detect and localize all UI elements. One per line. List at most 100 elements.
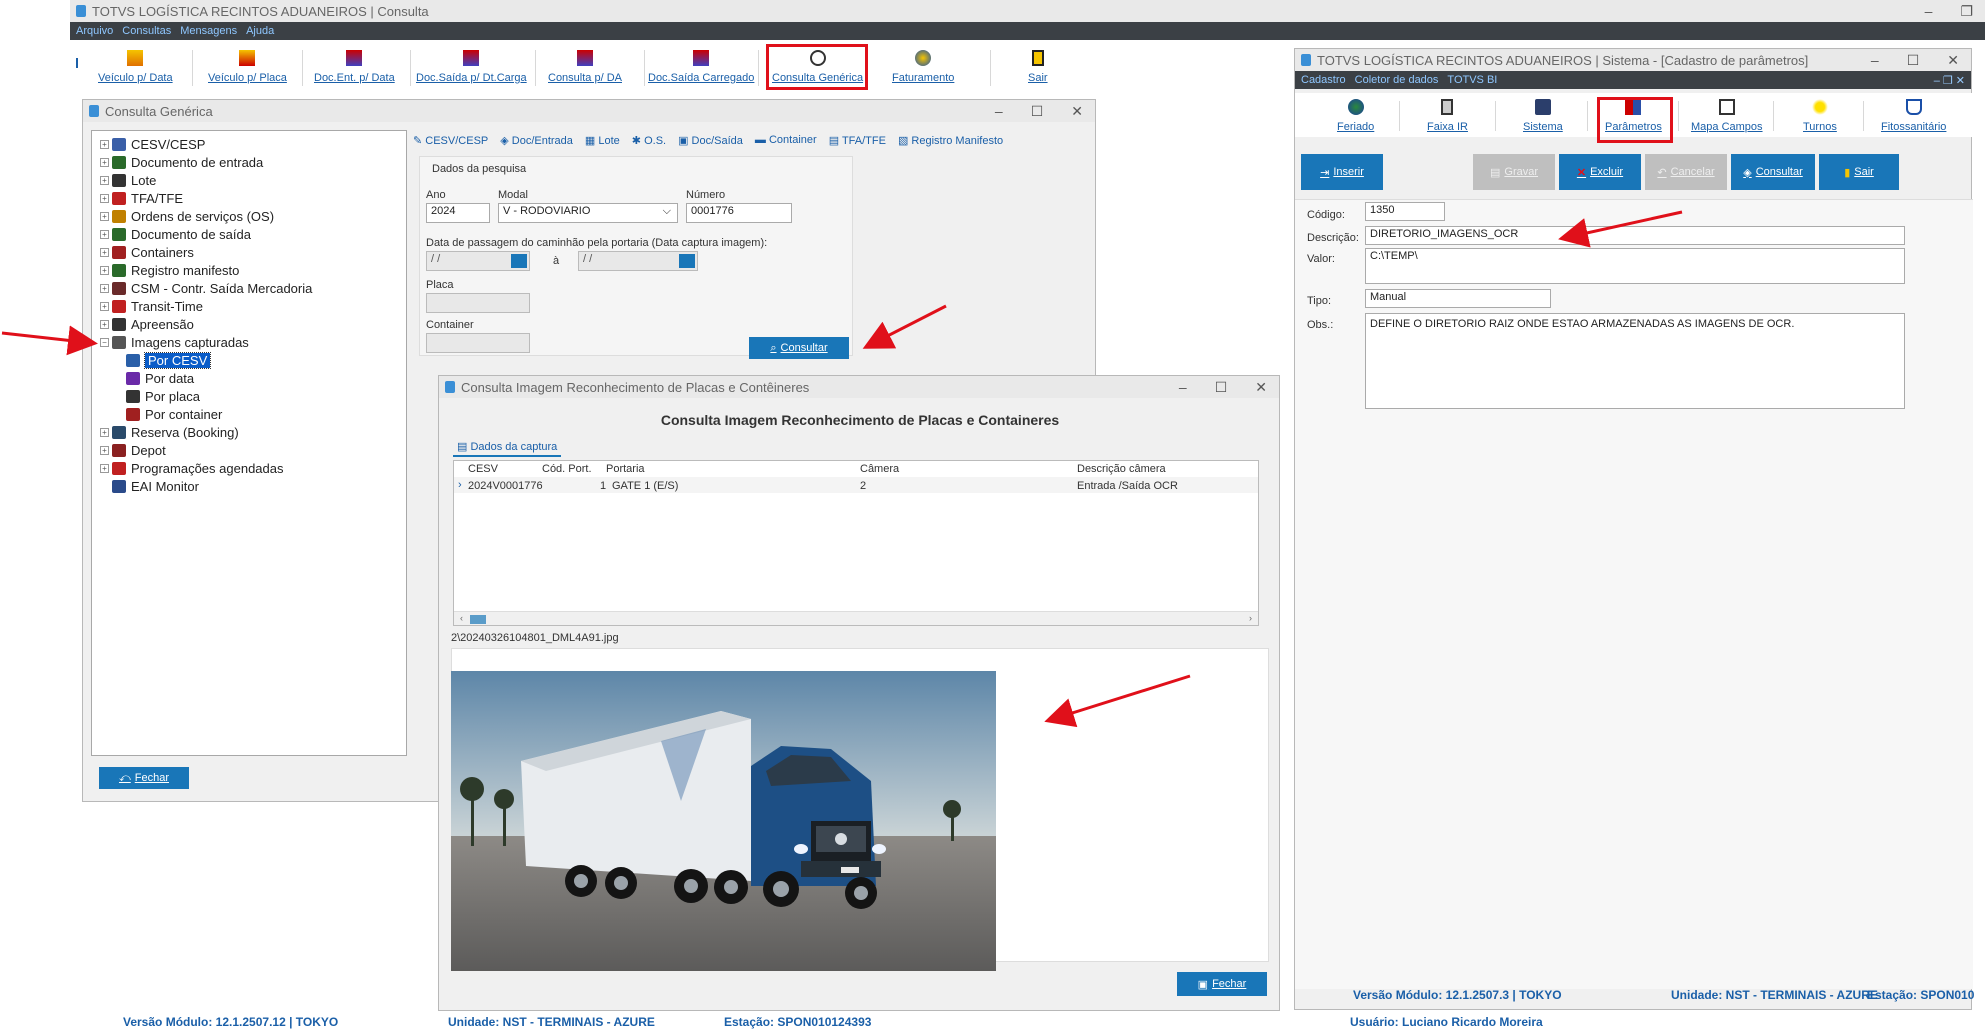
ocr-fechar-button[interactable]: ▣ Fechar	[1177, 972, 1267, 996]
calendar-icon[interactable]	[679, 254, 695, 268]
tree-expand-icon[interactable]: +	[100, 302, 109, 311]
tree-item[interactable]: + CESV/CESP	[100, 137, 205, 152]
tree-item[interactable]: − Imagens capturadas	[100, 335, 249, 350]
tb-veiculo-data[interactable]: Veículo p/ Data	[98, 50, 173, 84]
tree-subitem[interactable]: Por CESV	[126, 352, 212, 369]
tree-expand-icon[interactable]: +	[100, 284, 109, 293]
valor-field[interactable]: C:\TEMP\	[1365, 248, 1905, 284]
calendar-icon[interactable]	[511, 254, 527, 268]
tree-item[interactable]: + Programações agendadas	[100, 461, 284, 476]
tree-item[interactable]: + Containers	[100, 245, 194, 260]
tree-item[interactable]: + Transit-Time	[100, 299, 203, 314]
tree-item[interactable]: + Reserva (Booking)	[100, 425, 239, 440]
tree-item[interactable]: + Ordens de serviços (OS)	[100, 209, 274, 224]
codigo-field[interactable]: 1350	[1365, 202, 1445, 221]
tree-item[interactable]: +EAI Monitor	[100, 479, 199, 494]
placa-field[interactable]	[426, 293, 530, 313]
tree-expand-icon[interactable]: +	[100, 248, 109, 257]
fechar-button[interactable]: ⤺ Fechar	[99, 767, 189, 789]
tree-subitem[interactable]: Por placa	[126, 389, 200, 404]
tree-collapse-icon[interactable]: −	[100, 338, 109, 347]
sair-params-button[interactable]: ▮ Sair	[1819, 154, 1899, 190]
tree-expand-icon[interactable]: +	[100, 320, 109, 329]
minimize-icon[interactable]: –	[995, 103, 1003, 120]
tab-cesv[interactable]: ✎ CESV/CESP	[413, 134, 488, 147]
menu-consultas[interactable]: Consultas	[122, 25, 171, 37]
minimize-icon[interactable]: –	[1925, 3, 1933, 20]
maximize-icon[interactable]: ☐	[1215, 379, 1228, 396]
modal-select[interactable]: V - RODOVIARIO ⌵	[498, 203, 678, 223]
inserir-button[interactable]: ⇥ Inserir	[1301, 154, 1383, 190]
tree-expand-icon[interactable]: +	[100, 176, 109, 185]
tb-sistema[interactable]: Sistema	[1523, 99, 1563, 133]
tb-doc-ent-data[interactable]: Doc.Ent. p/ Data	[314, 50, 395, 84]
container-field[interactable]	[426, 333, 530, 353]
tree-item[interactable]: + Lote	[100, 173, 156, 188]
mdi-controls[interactable]: – ❐ ✕	[1934, 74, 1971, 87]
tree-expand-icon[interactable]: +	[100, 140, 109, 149]
tab-lote[interactable]: ▦ Lote	[585, 134, 620, 147]
menu-mensagens[interactable]: Mensagens	[180, 25, 237, 37]
minimize-icon[interactable]: –	[1871, 52, 1879, 69]
date-to-field[interactable]: / /	[578, 251, 698, 271]
restore-icon[interactable]: ❐	[1960, 3, 1973, 20]
consultar-params-button[interactable]: ◈ Consultar	[1731, 154, 1815, 190]
tree-expand-icon[interactable]: +	[100, 446, 109, 455]
cancelar-button[interactable]: ↶ Cancelar	[1645, 154, 1727, 190]
tb-feriado[interactable]: Feriado	[1337, 99, 1374, 133]
h-scrollbar[interactable]: ‹ ›	[454, 611, 1258, 625]
maximize-icon[interactable]: ☐	[1907, 52, 1920, 69]
tree-expand-icon[interactable]: +	[100, 230, 109, 239]
date-from-field[interactable]: / /	[426, 251, 530, 271]
tree-item[interactable]: + Depot	[100, 443, 166, 458]
menu-totvs-bi[interactable]: TOTVS BI	[1447, 74, 1497, 86]
menu-arquivo[interactable]: Arquivo	[76, 25, 113, 37]
tab-doc-entrada[interactable]: ◈ Doc/Entrada	[500, 134, 573, 147]
scroll-left-icon[interactable]: ‹	[460, 613, 463, 623]
obs-field[interactable]: DEFINE O DIRETORIO RAIZ ONDE ESTAO ARMAZ…	[1365, 313, 1905, 409]
tree-subitem[interactable]: Por data	[126, 371, 194, 386]
tb-doc-saida-carregado[interactable]: Doc.Saída Carregado	[648, 50, 754, 84]
tb-sair[interactable]: Sair	[1028, 50, 1048, 84]
tree-expand-icon[interactable]: +	[100, 158, 109, 167]
tree-expand-icon[interactable]: +	[100, 212, 109, 221]
consultar-button[interactable]: ⌕ Consultar	[749, 337, 849, 359]
excluir-button[interactable]: ✕ Excluir	[1559, 154, 1641, 190]
row-expand-icon[interactable]: ›	[458, 479, 462, 491]
tb-veiculo-placa[interactable]: Veículo p/ Placa	[208, 50, 287, 84]
ano-field[interactable]: 2024	[426, 203, 490, 223]
maximize-icon[interactable]: ☐	[1031, 103, 1044, 120]
tree-expand-icon[interactable]: +	[100, 428, 109, 437]
tb-doc-saida-carga[interactable]: Doc.Saída p/ Dt.Carga	[416, 50, 527, 84]
tab-container[interactable]: ▬ Container	[755, 134, 817, 146]
menu-ajuda[interactable]: Ajuda	[246, 25, 274, 37]
tb-faixa-ir[interactable]: Faixa IR	[1427, 99, 1468, 133]
tree-item[interactable]: + TFA/TFE	[100, 191, 183, 206]
close-icon[interactable]: ✕	[1071, 103, 1083, 120]
tree-item[interactable]: + Registro manifesto	[100, 263, 239, 278]
tipo-field[interactable]: Manual	[1365, 289, 1551, 308]
tb-consulta-da[interactable]: Consulta p/ DA	[548, 50, 622, 84]
tree-item[interactable]: + Documento de entrada	[100, 155, 263, 170]
tree-item[interactable]: + Apreensão	[100, 317, 194, 332]
menu-coletor[interactable]: Coletor de dados	[1355, 74, 1439, 86]
close-icon[interactable]: ✕	[1947, 52, 1959, 69]
tree-item[interactable]: + Documento de saída	[100, 227, 251, 242]
descricao-field[interactable]: DIRETORIO_IMAGENS_OCR	[1365, 226, 1905, 245]
tab-tfa[interactable]: ▤ TFA/TFE	[829, 134, 886, 147]
tree-subitem[interactable]: Por container	[126, 407, 222, 422]
tab-os[interactable]: ✱ O.S.	[632, 134, 666, 147]
tree-expand-icon[interactable]: +	[100, 464, 109, 473]
tab-registro[interactable]: ▧ Registro Manifesto	[898, 134, 1003, 147]
tb-turnos[interactable]: Turnos	[1803, 99, 1837, 133]
tb-fitossanitario[interactable]: Fitossanitário	[1881, 99, 1946, 133]
tree-item[interactable]: + CSM - Contr. Saída Mercadoria	[100, 281, 312, 296]
tree-expand-icon[interactable]: +	[100, 266, 109, 275]
tab-doc-saida[interactable]: ▣ Doc/Saída	[678, 134, 743, 147]
menu-cadastro[interactable]: Cadastro	[1301, 74, 1346, 86]
scroll-right-icon[interactable]: ›	[1249, 613, 1252, 623]
scroll-thumb[interactable]	[470, 615, 486, 624]
tb-faturamento[interactable]: Faturamento	[892, 50, 954, 84]
tb-mapa-campos[interactable]: Mapa Campos	[1691, 99, 1763, 133]
numero-field[interactable]: 0001776	[686, 203, 792, 223]
